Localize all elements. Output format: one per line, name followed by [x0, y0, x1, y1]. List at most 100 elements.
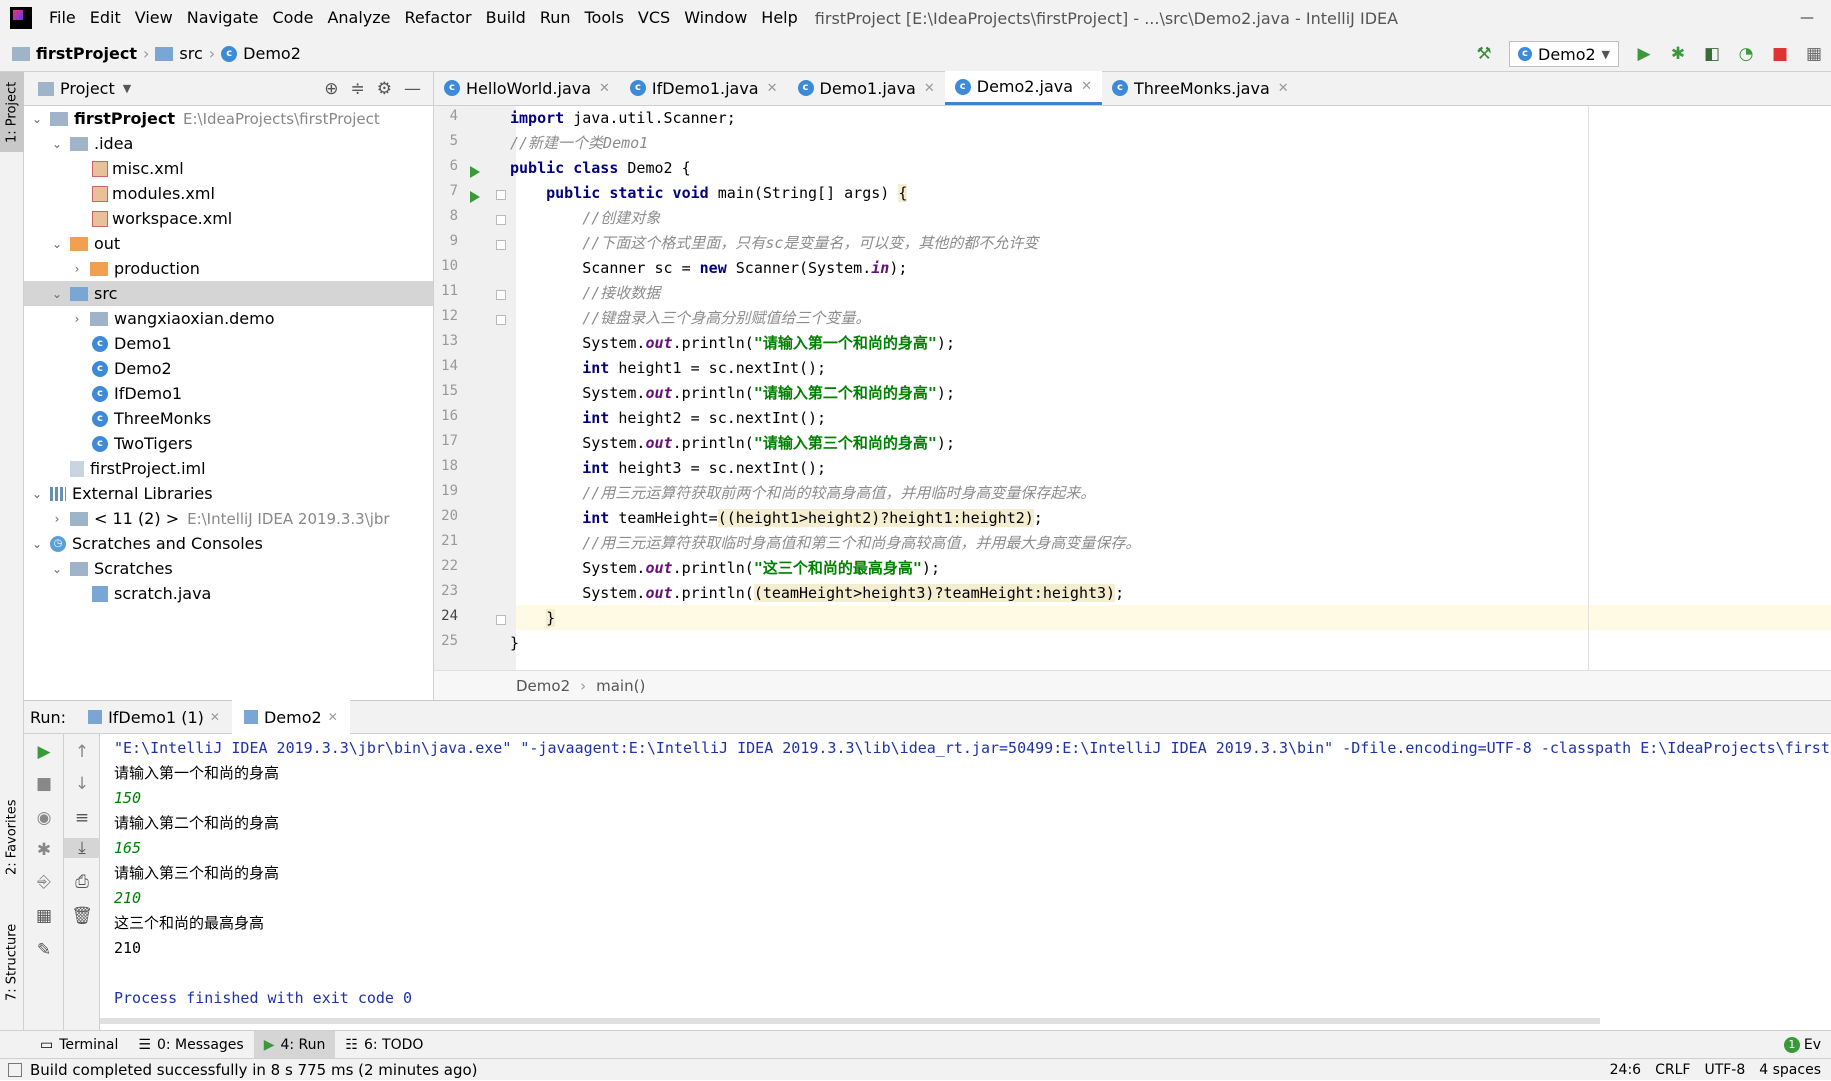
stop-icon[interactable]: ■	[24, 774, 64, 794]
tool-tab-run[interactable]: ▶ 4: Run	[253, 1030, 336, 1059]
gear-icon[interactable]: ⚙	[377, 79, 392, 99]
tool-tab-messages[interactable]: ☰ 0: Messages	[128, 1031, 253, 1059]
menu-tools[interactable]: Tools	[578, 0, 631, 36]
tab-demo2[interactable]: c Demo2.java ✕	[944, 71, 1102, 105]
scroll-to-end-icon[interactable]: ⤓	[64, 838, 100, 858]
menu-window[interactable]: Window	[677, 0, 754, 36]
project-structure-icon[interactable]: ▦	[1799, 39, 1829, 69]
breadcrumb-folder[interactable]: src	[179, 44, 202, 63]
tree-node[interactable]: misc.xml	[24, 156, 433, 181]
tool-tab-structure[interactable]: 7: Structure	[0, 912, 24, 1012]
tool-tab-todo[interactable]: ☷ 6: TODO	[335, 1031, 433, 1059]
tree-node[interactable]: modules.xml	[24, 181, 433, 206]
chevron-right-icon[interactable]: ›	[50, 512, 64, 526]
arrow-up-icon[interactable]: ↑	[64, 742, 100, 762]
tree-node[interactable]: c IfDemo1	[24, 381, 433, 406]
menu-vcs[interactable]: VCS	[631, 0, 677, 36]
fold-icon[interactable]	[496, 615, 506, 625]
menu-navigate[interactable]: Navigate	[180, 0, 266, 36]
fold-icon[interactable]	[496, 315, 506, 325]
menu-analyze[interactable]: Analyze	[320, 0, 397, 36]
stop-icon[interactable]: ■	[1765, 39, 1795, 69]
chevron-down-icon[interactable]: ⌄	[50, 287, 64, 301]
pin-icon[interactable]: ✎	[24, 940, 64, 960]
tree-node[interactable]: ⌄ External Libraries	[24, 481, 433, 506]
horizontal-scrollbar[interactable]	[100, 1018, 1600, 1024]
tree-node[interactable]: › production	[24, 256, 433, 281]
tree-node[interactable]: scratch.java	[24, 581, 433, 606]
locate-icon[interactable]: ⊕	[324, 79, 338, 99]
tool-tab-event-log[interactable]: 1 Ev	[1774, 1031, 1831, 1059]
menu-code[interactable]: Code	[266, 0, 321, 36]
tree-node[interactable]: ⌄ .idea	[24, 131, 433, 156]
breadcrumb-class[interactable]: Demo2	[516, 677, 570, 695]
tree-node[interactable]: c ThreeMonks	[24, 406, 433, 431]
arrow-down-icon[interactable]: ↓	[64, 774, 100, 794]
fold-icon[interactable]	[496, 215, 506, 225]
tree-node-selected[interactable]: ⌄ src	[24, 281, 433, 306]
close-icon[interactable]: ✕	[1278, 81, 1289, 96]
menu-view[interactable]: View	[128, 0, 180, 36]
tree-node[interactable]: ⌄ ◷ Scratches and Consoles	[24, 531, 433, 556]
collapse-all-icon[interactable]: ≑	[351, 79, 365, 99]
chevron-down-icon[interactable]: ⌄	[30, 487, 44, 501]
rerun-icon[interactable]: ▶	[24, 742, 64, 762]
soft-wrap-icon[interactable]: ≡	[64, 808, 100, 828]
code-editor[interactable]: 4 5 6 7 8 9 10 11 12 13 14 15 16 17 18 1…	[434, 106, 1831, 670]
tab-ifdemo1[interactable]: c IfDemo1.java ✕	[620, 71, 788, 105]
menu-refactor[interactable]: Refactor	[398, 0, 479, 36]
tree-node[interactable]: c TwoTigers	[24, 431, 433, 456]
run-console[interactable]: "E:\IntelliJ IDEA 2019.3.3\jbr\bin\java.…	[100, 734, 1831, 1030]
chevron-down-icon[interactable]: ▼	[123, 82, 131, 95]
project-panel-title[interactable]: Project	[60, 79, 115, 98]
minimize-icon[interactable]: —	[1783, 0, 1831, 36]
breadcrumb-project[interactable]: firstProject	[36, 44, 137, 63]
chevron-right-icon[interactable]: ›	[70, 312, 84, 326]
tree-node[interactable]: c Demo1	[24, 331, 433, 356]
fold-icon[interactable]	[496, 240, 506, 250]
indent-setting[interactable]: 4 spaces	[1759, 1062, 1821, 1078]
tab-threemonks[interactable]: c ThreeMonks.java ✕	[1102, 71, 1299, 105]
menu-edit[interactable]: Edit	[83, 0, 128, 36]
menu-file[interactable]: File	[42, 0, 83, 36]
profile-icon[interactable]: ◔	[1731, 39, 1761, 69]
tool-tab-project[interactable]: 1: Project	[0, 72, 24, 152]
chevron-right-icon[interactable]: ›	[70, 262, 84, 276]
run-gutter-icon[interactable]	[470, 166, 480, 178]
close-icon[interactable]: ✕	[1081, 79, 1092, 94]
tree-node[interactable]: ⌄ firstProject E:\IdeaProjects\firstProjec…	[24, 106, 433, 131]
close-icon[interactable]: ✕	[599, 81, 610, 96]
chevron-down-icon[interactable]: ⌄	[30, 112, 44, 126]
tree-node[interactable]: ⌄ out	[24, 231, 433, 256]
run-gutter-icon[interactable]	[470, 191, 480, 203]
build-hammer-icon[interactable]: ⚒	[1469, 39, 1499, 69]
menu-build[interactable]: Build	[479, 0, 533, 36]
file-encoding[interactable]: UTF-8	[1704, 1062, 1745, 1078]
status-toggle-icon[interactable]	[8, 1062, 22, 1077]
layout-icon[interactable]: ▦	[24, 906, 64, 926]
close-icon[interactable]: ✕	[210, 710, 220, 724]
menu-help[interactable]: Help	[754, 0, 804, 36]
tree-node[interactable]: firstProject.iml	[24, 456, 433, 481]
camera-icon[interactable]: ◉	[24, 808, 64, 828]
exit-icon[interactable]: ⎆	[24, 872, 64, 892]
run-tab-ifdemo1[interactable]: IfDemo1 (1) ✕	[76, 700, 232, 734]
tree-node[interactable]: › < 11 (2) > E:\IntelliJ IDEA 2019.3.3\jbr	[24, 506, 433, 531]
run-icon[interactable]: ▶	[1629, 39, 1659, 69]
fold-icon[interactable]	[496, 290, 506, 300]
debug-icon[interactable]: ✱	[1663, 39, 1693, 69]
line-separator[interactable]: CRLF	[1655, 1062, 1690, 1078]
trash-icon[interactable]: 🗑	[64, 906, 100, 926]
tab-helloworld[interactable]: c HelloWorld.java ✕	[434, 71, 620, 105]
hide-icon[interactable]: —	[404, 79, 421, 99]
breadcrumb-method[interactable]: main()	[596, 677, 645, 695]
caret-position[interactable]: 24:6	[1610, 1062, 1641, 1078]
tree-node[interactable]: c Demo2	[24, 356, 433, 381]
run-config-select[interactable]: c Demo2 ▼	[1509, 41, 1619, 67]
tree-node[interactable]: workspace.xml	[24, 206, 433, 231]
print-icon[interactable]: ⎙	[64, 872, 100, 892]
chevron-down-icon[interactable]: ⌄	[50, 562, 64, 576]
close-icon[interactable]: ✕	[328, 710, 338, 724]
status-message[interactable]: Build completed successfully in 8 s 775 …	[30, 1061, 478, 1079]
tab-demo1[interactable]: c Demo1.java ✕	[788, 71, 945, 105]
